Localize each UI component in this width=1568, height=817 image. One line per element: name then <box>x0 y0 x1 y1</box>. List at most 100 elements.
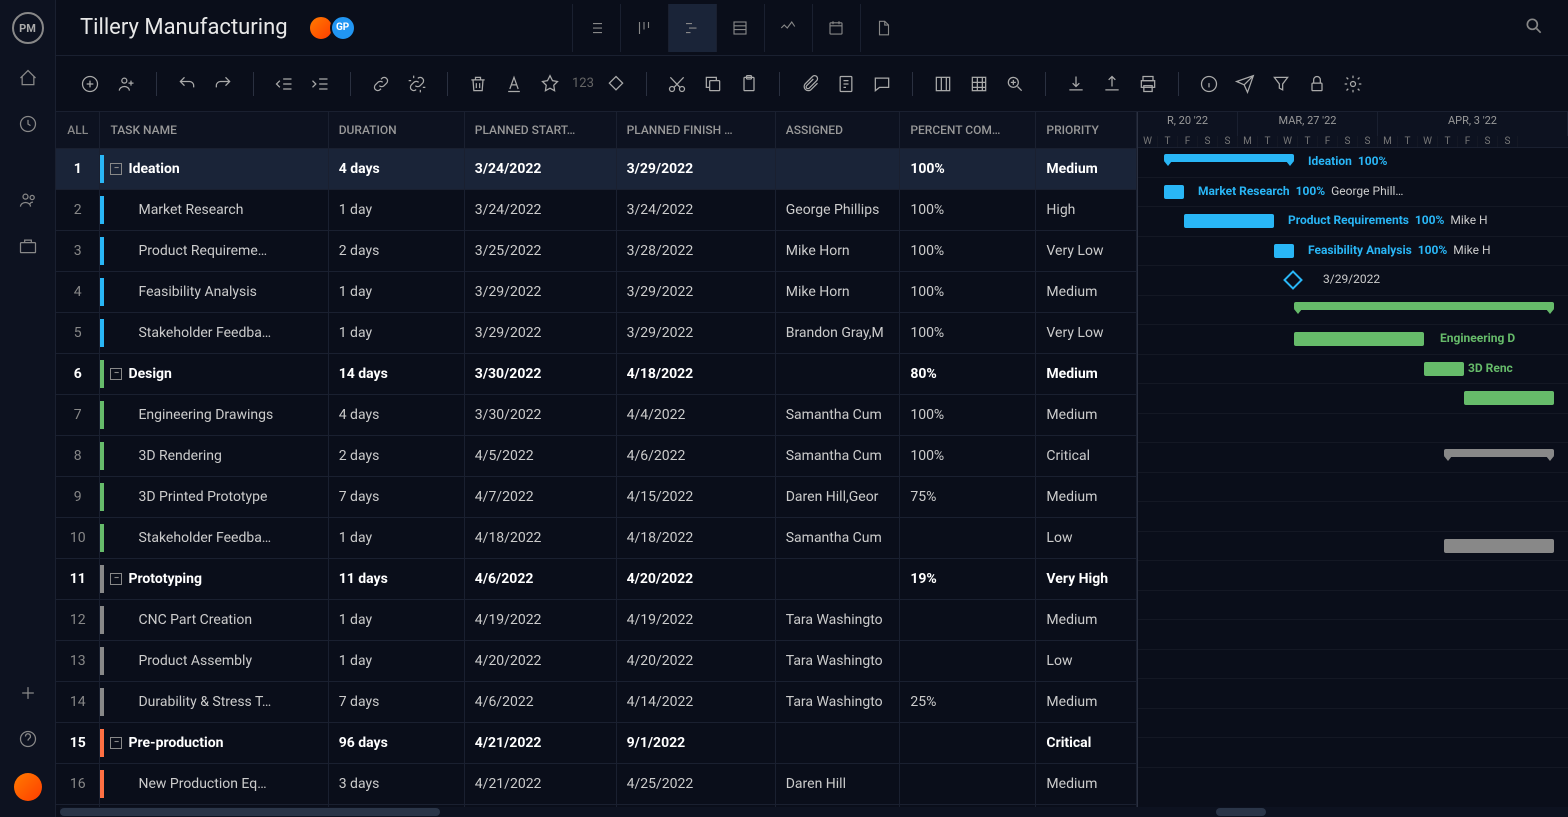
finish-cell[interactable]: 4/15/2022 <box>616 476 775 517</box>
duration-cell[interactable]: 2 days <box>328 435 464 476</box>
task-name-cell[interactable]: −Pre-production <box>100 722 328 763</box>
start-cell[interactable]: 3/24/2022 <box>464 189 616 230</box>
start-cell[interactable]: 4/6/2022 <box>464 558 616 599</box>
finish-cell[interactable]: 3/28/2022 <box>616 230 775 271</box>
assigned-cell[interactable]: Tara Washingto <box>775 640 900 681</box>
priority-cell[interactable]: Medium <box>1036 148 1137 189</box>
priority-cell[interactable]: Critical <box>1036 722 1137 763</box>
view-files-icon[interactable] <box>860 4 908 52</box>
table-row[interactable]: 5 Stakeholder Feedba… 1 day 3/29/2022 3/… <box>56 312 1137 353</box>
view-list-icon[interactable] <box>572 4 620 52</box>
collapse-icon[interactable]: − <box>110 573 122 585</box>
duration-cell[interactable]: 7 days <box>328 476 464 517</box>
table-row[interactable]: 12 CNC Part Creation 1 day 4/19/2022 4/1… <box>56 599 1137 640</box>
finish-cell[interactable]: 3/29/2022 <box>616 148 775 189</box>
priority-cell[interactable]: Low <box>1036 640 1137 681</box>
percent-cell[interactable] <box>900 722 1036 763</box>
assigned-cell[interactable]: Mike Horn <box>775 271 900 312</box>
percent-cell[interactable]: 100% <box>900 148 1036 189</box>
duration-cell[interactable]: 14 days <box>328 353 464 394</box>
task-name-cell[interactable]: Engineering Drawings <box>100 394 328 435</box>
table-row[interactable]: 1 −Ideation 4 days 3/24/2022 3/29/2022 1… <box>56 148 1137 189</box>
view-gantt-icon[interactable] <box>668 4 716 52</box>
paste-icon[interactable] <box>735 70 763 98</box>
view-calendar-icon[interactable] <box>812 4 860 52</box>
assigned-cell[interactable]: Daren Hill,Geor <box>775 476 900 517</box>
finish-cell[interactable]: 4/18/2022 <box>616 353 775 394</box>
table-row[interactable]: 4 Feasibility Analysis 1 day 3/29/2022 3… <box>56 271 1137 312</box>
table-row[interactable]: 11 −Prototyping 11 days 4/6/2022 4/20/20… <box>56 558 1137 599</box>
duration-cell[interactable]: 1 day <box>328 271 464 312</box>
start-cell[interactable]: 4/21/2022 <box>464 722 616 763</box>
task-name-cell[interactable]: Product Assembly <box>100 640 328 681</box>
priority-cell[interactable]: High <box>1036 189 1137 230</box>
table-row[interactable]: 9 3D Printed Prototype 7 days 4/7/2022 4… <box>56 476 1137 517</box>
percent-cell[interactable]: 100% <box>900 394 1036 435</box>
assigned-cell[interactable] <box>775 353 900 394</box>
attach-icon[interactable] <box>796 70 824 98</box>
briefcase-icon[interactable] <box>16 234 40 258</box>
start-cell[interactable]: 4/18/2022 <box>464 517 616 558</box>
assigned-cell[interactable]: George Phillips <box>775 189 900 230</box>
task-name-cell[interactable]: 3D Printed Prototype <box>100 476 328 517</box>
start-cell[interactable]: 3/25/2022 <box>464 230 616 271</box>
duration-cell[interactable]: 1 day <box>328 599 464 640</box>
duration-cell[interactable]: 1 day <box>328 517 464 558</box>
col-duration[interactable]: DURATION <box>328 112 464 148</box>
lock-icon[interactable] <box>1303 70 1331 98</box>
row-number[interactable]: 2 <box>56 189 100 230</box>
view-sheet-icon[interactable] <box>716 4 764 52</box>
duration-cell[interactable]: 1 day <box>328 312 464 353</box>
gantt-chart[interactable]: R, 20 '22 MAR, 27 '22 APR, 3 '22 WTFSSMT… <box>1138 112 1568 817</box>
finish-cell[interactable]: 4/18/2022 <box>616 517 775 558</box>
col-all[interactable]: ALL <box>56 112 100 148</box>
col-assigned[interactable]: ASSIGNED <box>775 112 900 148</box>
duration-cell[interactable]: 11 days <box>328 558 464 599</box>
assigned-cell[interactable]: Brandon Gray,M <box>775 312 900 353</box>
percent-cell[interactable] <box>900 599 1036 640</box>
col-name[interactable]: TASK NAME <box>100 112 328 148</box>
assigned-cell[interactable]: Tara Washingto <box>775 599 900 640</box>
avatar-2[interactable]: GP <box>330 15 356 41</box>
assigned-cell[interactable]: Daren Hill <box>775 763 900 804</box>
app-logo[interactable]: PM <box>12 12 44 44</box>
percent-cell[interactable] <box>900 517 1036 558</box>
table-row[interactable]: 15 −Pre-production 96 days 4/21/2022 9/1… <box>56 722 1137 763</box>
task-name-cell[interactable]: Stakeholder Feedba… <box>100 312 328 353</box>
link-icon[interactable] <box>367 70 395 98</box>
finish-cell[interactable]: 4/4/2022 <box>616 394 775 435</box>
add-task-icon[interactable] <box>76 70 104 98</box>
percent-cell[interactable] <box>900 763 1036 804</box>
row-number[interactable]: 5 <box>56 312 100 353</box>
indent-icon[interactable] <box>306 70 334 98</box>
assigned-cell[interactable] <box>775 558 900 599</box>
priority-cell[interactable]: Critical <box>1036 435 1137 476</box>
collapse-icon[interactable]: − <box>110 737 122 749</box>
project-avatars[interactable]: GP <box>312 15 356 41</box>
start-cell[interactable]: 4/20/2022 <box>464 640 616 681</box>
team-icon[interactable] <box>16 188 40 212</box>
table-row[interactable]: 8 3D Rendering 2 days 4/5/2022 4/6/2022 … <box>56 435 1137 476</box>
priority-cell[interactable]: Low <box>1036 517 1137 558</box>
start-cell[interactable]: 4/6/2022 <box>464 681 616 722</box>
priority-cell[interactable]: Medium <box>1036 394 1137 435</box>
start-cell[interactable]: 3/30/2022 <box>464 394 616 435</box>
table-row[interactable]: 7 Engineering Drawings 4 days 3/30/2022 … <box>56 394 1137 435</box>
table-row[interactable]: 10 Stakeholder Feedba… 1 day 4/18/2022 4… <box>56 517 1137 558</box>
assigned-cell[interactable]: Mike Horn <box>775 230 900 271</box>
start-cell[interactable]: 4/7/2022 <box>464 476 616 517</box>
task-name-cell[interactable]: −Design <box>100 353 328 394</box>
percent-cell[interactable]: 100% <box>900 230 1036 271</box>
finish-cell[interactable]: 4/19/2022 <box>616 599 775 640</box>
row-number[interactable]: 1 <box>56 148 100 189</box>
duration-cell[interactable]: 3 days <box>328 763 464 804</box>
finish-cell[interactable]: 4/6/2022 <box>616 435 775 476</box>
export-icon[interactable] <box>1098 70 1126 98</box>
view-board-icon[interactable] <box>620 4 668 52</box>
assign-icon[interactable] <box>112 70 140 98</box>
row-number[interactable]: 10 <box>56 517 100 558</box>
duration-cell[interactable]: 4 days <box>328 148 464 189</box>
info-icon[interactable] <box>1195 70 1223 98</box>
add-icon[interactable] <box>16 681 40 705</box>
filter-icon[interactable] <box>1267 70 1295 98</box>
